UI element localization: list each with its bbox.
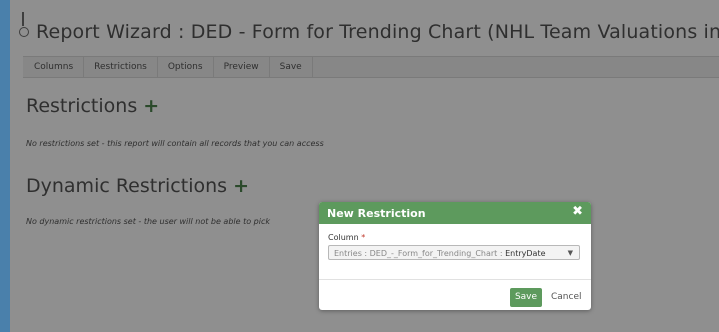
column-select[interactable]: Entries : DED_-_Form_for_Trending_Chart … <box>328 245 580 260</box>
column-label-text: Column <box>328 233 359 242</box>
cancel-button[interactable]: Cancel <box>551 288 582 307</box>
restrictions-heading-label: Restrictions <box>26 95 138 117</box>
chevron-down-icon[interactable]: ▼ <box>568 246 573 259</box>
dialog-body: Column * Entries : DED_-_Form_for_Trendi… <box>319 224 591 280</box>
add-restriction-plus-icon[interactable]: + <box>143 95 159 117</box>
new-restriction-dialog: New Restriction ✖ Column * Entries : DED… <box>319 202 591 310</box>
report-wizard-panel: Report Wizard : DED - Form for Trending … <box>10 0 719 332</box>
column-select-prefix: Entries : DED_-_Form_for_Trending_Chart … <box>334 249 506 258</box>
tab-preview[interactable]: Preview <box>214 57 270 77</box>
cursor-line <box>22 12 24 26</box>
dynamic-restrictions-heading: Dynamic Restrictions + <box>26 175 249 197</box>
circle-icon <box>19 27 29 37</box>
dialog-header: New Restriction ✖ <box>319 202 591 224</box>
page-title: Report Wizard : DED - Form for Trending … <box>36 21 719 43</box>
dynamic-restrictions-heading-label: Dynamic Restrictions <box>26 175 228 197</box>
tab-restrictions[interactable]: Restrictions <box>84 57 158 77</box>
wizard-tabs: Columns Restrictions Options Preview Sav… <box>23 56 719 78</box>
dynamic-restrictions-note: No dynamic restrictions set - the user w… <box>26 217 271 226</box>
add-dynamic-restriction-plus-icon[interactable]: + <box>233 175 249 197</box>
close-icon[interactable]: ✖ <box>572 205 583 219</box>
tab-save[interactable]: Save <box>270 57 313 77</box>
dialog-footer: Save Cancel <box>319 280 591 310</box>
column-select-field: EntryDate <box>505 249 546 258</box>
title-bar: Report Wizard : DED - Form for Trending … <box>10 0 719 55</box>
tab-options[interactable]: Options <box>158 57 214 77</box>
required-marker: * <box>361 233 366 242</box>
dialog-title: New Restriction <box>327 207 426 220</box>
restrictions-note: No restrictions set - this report will c… <box>26 139 324 148</box>
save-button[interactable]: Save <box>510 288 542 307</box>
tab-columns[interactable]: Columns <box>23 57 85 77</box>
column-field-label: Column * <box>328 233 582 242</box>
restrictions-heading: Restrictions + <box>26 95 159 117</box>
